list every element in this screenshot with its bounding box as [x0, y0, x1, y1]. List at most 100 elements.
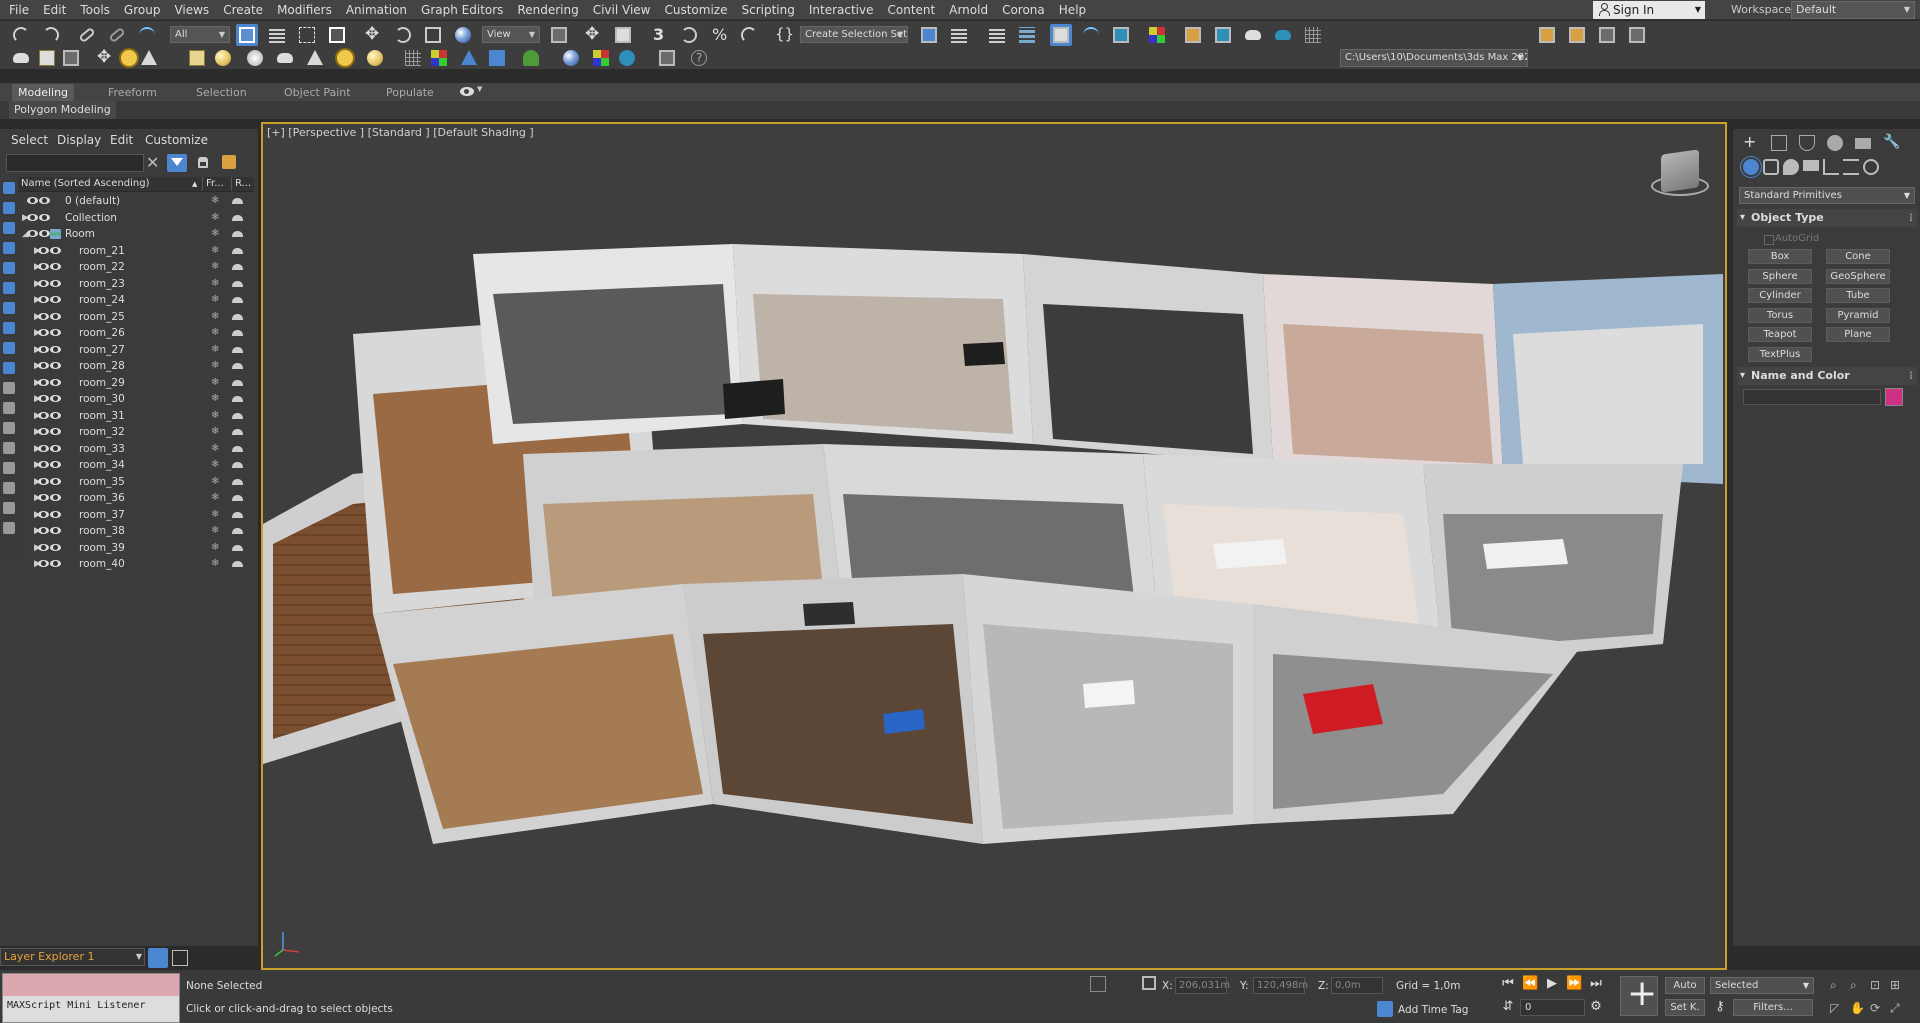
percent-snap-button[interactable]: [708, 24, 730, 46]
rectangle-light-button[interactable]: [186, 47, 208, 69]
sign-in-button[interactable]: Sign In ▼: [1593, 1, 1705, 19]
renderable-teapot-icon[interactable]: [232, 363, 243, 369]
visibility-eye-icon[interactable]: [39, 230, 50, 237]
display-containers-icon[interactable]: [3, 342, 15, 354]
plant-button[interactable]: [520, 47, 542, 69]
time-config-icon[interactable]: ⚙: [1588, 999, 1604, 1015]
renderable-teapot-icon[interactable]: [232, 495, 243, 501]
rendered-frame-window-button[interactable]: [1212, 24, 1234, 46]
visibility-eye-icon[interactable]: [50, 444, 61, 452]
display-frozen-icon[interactable]: [3, 382, 15, 394]
visibility-eye-icon[interactable]: [38, 329, 49, 336]
visibility-eye-icon[interactable]: [38, 362, 49, 369]
visibility-eye-icon[interactable]: [27, 197, 38, 204]
tab-populate[interactable]: Populate: [380, 84, 440, 101]
sun-disc-button[interactable]: [364, 47, 386, 69]
menu-edit[interactable]: Edit: [36, 0, 73, 20]
container-button[interactable]: [1626, 24, 1648, 46]
workspace-select[interactable]: Default ▼: [1791, 1, 1915, 19]
explorer-tab-edit[interactable]: Edit: [110, 129, 133, 151]
visibility-eye-icon[interactable]: [50, 345, 61, 353]
shapes-icon[interactable]: [1763, 159, 1779, 175]
renderable-teapot-icon[interactable]: [232, 462, 243, 468]
set-key-big-button[interactable]: [1620, 973, 1658, 1016]
reference-coord-select[interactable]: View ▼: [482, 26, 540, 43]
tab-freeform[interactable]: Freeform: [102, 84, 163, 101]
freeze-icon[interactable]: ❄: [211, 309, 219, 325]
select-by-name-button[interactable]: [266, 24, 288, 46]
object-name-input[interactable]: [1743, 389, 1881, 405]
zoom-all-icon[interactable]: ⌕: [1850, 978, 1864, 992]
light-bulb-button[interactable]: [118, 47, 140, 69]
visibility-eye-icon[interactable]: [39, 213, 50, 221]
select-manipulate-button[interactable]: [582, 24, 604, 46]
autogrid-checkbox[interactable]: AutoGrid: [1763, 233, 1819, 245]
spinner-snap-button[interactable]: [738, 24, 760, 46]
camera-target-button[interactable]: [458, 47, 480, 69]
multimap-button[interactable]: [590, 47, 612, 69]
renderable-teapot-icon[interactable]: [232, 379, 243, 386]
viewport-label[interactable]: [+] [Perspective ] [Standard ] [Default …: [267, 126, 534, 139]
explorer-tab-display[interactable]: Display: [57, 129, 101, 151]
unlink-button[interactable]: [106, 24, 128, 46]
menu-civil-view[interactable]: Civil View: [586, 0, 658, 20]
material-editor-button[interactable]: [1146, 24, 1168, 46]
visibility-eye-icon[interactable]: [38, 527, 49, 534]
freeze-icon[interactable]: ❄: [211, 490, 219, 506]
dome-light-button[interactable]: [212, 47, 234, 69]
plane-button[interactable]: Plane: [1826, 327, 1890, 342]
renderable-teapot-icon[interactable]: [232, 247, 243, 254]
pan-icon[interactable]: ✋: [1850, 1001, 1865, 1015]
geometry-icon[interactable]: [1743, 159, 1759, 175]
display-xrefs-icon[interactable]: [3, 362, 15, 374]
display-hidden-icon[interactable]: [3, 402, 15, 414]
visibility-eye-icon[interactable]: [38, 345, 49, 353]
renderable-teapot-icon[interactable]: [232, 330, 243, 336]
visibility-eye-icon[interactable]: [38, 411, 49, 419]
freeze-icon[interactable]: ❄: [211, 441, 219, 457]
visibility-eye-icon[interactable]: [50, 378, 61, 386]
explorer-row[interactable]: ▶room_29❄: [18, 375, 254, 392]
filter-funnel-icon[interactable]: [3, 502, 15, 514]
invert-display-icon[interactable]: [3, 462, 15, 474]
sphere-button[interactable]: Sphere: [1748, 268, 1812, 284]
scene-states-button[interactable]: [1596, 24, 1618, 46]
scatter-button[interactable]: [402, 47, 424, 69]
renderable-teapot-icon[interactable]: [232, 280, 243, 287]
explorer-row[interactable]: 0 (default) ❄: [18, 193, 254, 210]
freeze-icon[interactable]: ❄: [211, 226, 219, 242]
tab-modeling[interactable]: Modeling: [12, 84, 75, 101]
pivot-center-button[interactable]: [548, 24, 570, 46]
visibility-eye-icon[interactable]: [50, 279, 61, 287]
zoom-extents-all-icon[interactable]: ⊞: [1890, 978, 1904, 992]
visibility-eye-icon[interactable]: [50, 246, 61, 254]
visibility-eye-icon[interactable]: [38, 296, 49, 303]
object-color-swatch[interactable]: [1885, 388, 1903, 406]
display-tab-icon[interactable]: [1855, 138, 1871, 149]
menu-corona[interactable]: Corona: [995, 0, 1052, 20]
visibility-eye-icon[interactable]: [38, 560, 49, 567]
selection-lock-icon[interactable]: [1142, 976, 1156, 990]
select-object-button[interactable]: [236, 24, 258, 46]
render-setup-button[interactable]: [1182, 24, 1204, 46]
menu-create[interactable]: Create: [216, 0, 270, 20]
renderable-teapot-icon[interactable]: [232, 346, 243, 353]
renderable-teapot-icon[interactable]: [232, 511, 243, 518]
lock-icon[interactable]: [198, 157, 208, 168]
material-sphere-button[interactable]: [560, 47, 582, 69]
project-folder-button[interactable]: [1536, 24, 1558, 46]
menu-content[interactable]: Content: [881, 0, 943, 20]
set-key-button[interactable]: Set K.: [1665, 999, 1705, 1016]
explorer-row[interactable]: ▶room_40❄: [18, 556, 254, 573]
column-render[interactable]: R...: [231, 177, 251, 191]
freeze-icon[interactable]: ❄: [211, 358, 219, 374]
renderable-teapot-icon[interactable]: [232, 214, 243, 221]
freeze-icon[interactable]: ❄: [211, 523, 219, 539]
rotate-button[interactable]: [392, 24, 414, 46]
explorer-row[interactable]: ▶room_31❄: [18, 408, 254, 425]
menu-group[interactable]: Group: [117, 0, 168, 20]
freeze-icon[interactable]: ❄: [211, 540, 219, 556]
visibility-eye-icon[interactable]: [27, 213, 38, 221]
time-tag-icon[interactable]: [1377, 1001, 1393, 1017]
sync-selection-icon[interactable]: [3, 522, 15, 534]
